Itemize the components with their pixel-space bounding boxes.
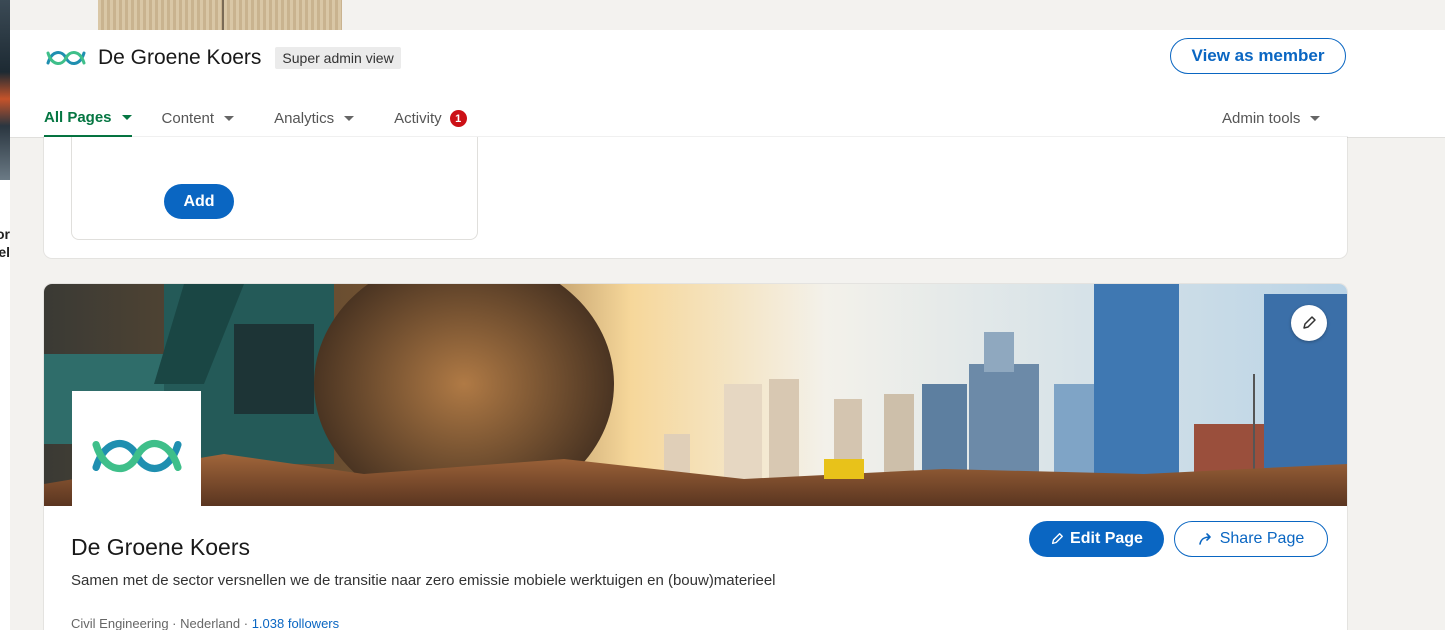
background-thumbnail bbox=[0, 0, 10, 180]
admin-header: De Groene Koers Super admin view View as… bbox=[10, 30, 1445, 138]
edit-cover-button[interactable] bbox=[1291, 305, 1327, 341]
pencil-icon bbox=[1303, 316, 1316, 329]
edit-page-button[interactable]: Edit Page bbox=[1029, 521, 1164, 557]
pencil-icon bbox=[1050, 532, 1064, 546]
tab-analytics[interactable]: Analytics bbox=[274, 100, 355, 137]
caret-down-icon bbox=[344, 116, 355, 121]
background-text-fragment: or bbox=[0, 226, 10, 242]
tab-label: Content bbox=[161, 110, 215, 127]
industry: Civil Engineering bbox=[71, 616, 169, 630]
company-name[interactable]: De Groene Koers bbox=[98, 46, 261, 70]
admin-tools-menu[interactable]: Admin tools bbox=[1222, 100, 1321, 137]
page-tagline: Samen met de sector versnellen we de tra… bbox=[71, 572, 776, 589]
tab-content[interactable]: Content bbox=[162, 100, 235, 137]
caret-down-icon bbox=[121, 115, 132, 120]
upper-card: Add bbox=[44, 137, 1347, 258]
background-text-fragment: el bbox=[0, 244, 10, 260]
share-page-button[interactable]: Share Page bbox=[1174, 521, 1328, 557]
company-page-card: De Groene Koers Samen met de sector vers… bbox=[44, 284, 1347, 630]
suggestion-card: Add bbox=[71, 137, 478, 240]
company-logo-icon bbox=[46, 51, 86, 65]
background-page-strip: or el bbox=[0, 0, 10, 630]
caret-down-icon bbox=[1310, 116, 1321, 121]
tab-all-pages[interactable]: All Pages bbox=[44, 100, 132, 137]
tab-activity[interactable]: Activity 1 bbox=[394, 100, 467, 137]
background-thumbnail bbox=[98, 0, 342, 30]
cover-image bbox=[44, 284, 1347, 506]
page-title: De Groene Koers bbox=[71, 534, 250, 560]
edit-page-label: Edit Page bbox=[1070, 530, 1143, 547]
super-admin-badge: Super admin view bbox=[275, 47, 401, 69]
share-arrow-icon bbox=[1198, 532, 1214, 546]
followers-link[interactable]: 1.038 followers bbox=[252, 616, 339, 630]
admin-tools-label: Admin tools bbox=[1222, 110, 1301, 127]
share-page-label: Share Page bbox=[1219, 530, 1305, 547]
brand: De Groene Koers Super admin view bbox=[44, 46, 401, 70]
notification-badge: 1 bbox=[449, 110, 467, 127]
company-page-logo bbox=[72, 391, 201, 520]
view-as-member-button[interactable]: View as member bbox=[1170, 38, 1346, 74]
add-button[interactable]: Add bbox=[164, 184, 234, 219]
tab-label: Activity bbox=[394, 110, 442, 127]
page-meta: Civil Engineering · Nederland · 1.038 fo… bbox=[71, 616, 340, 630]
caret-down-icon bbox=[224, 116, 235, 121]
tab-label: Analytics bbox=[274, 110, 335, 127]
tab-label: All Pages bbox=[44, 109, 112, 126]
company-logo-icon bbox=[91, 439, 182, 472]
location: Nederland bbox=[180, 616, 241, 630]
admin-nav: All Pages Content Analytics Activity 1 bbox=[44, 100, 507, 137]
construction-skyline-image bbox=[44, 284, 1347, 506]
